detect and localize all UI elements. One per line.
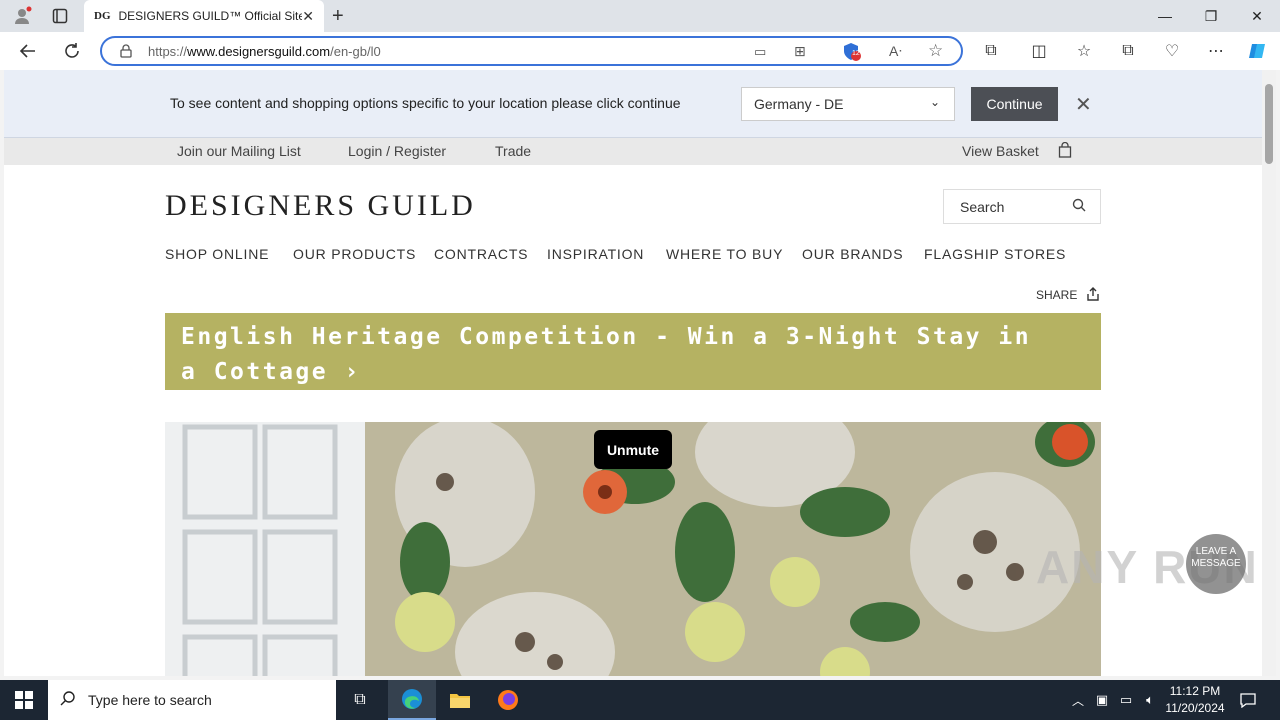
favorites-icon[interactable]: ☆ — [1072, 39, 1096, 63]
leave-message-line1: LEAVE A — [1195, 546, 1237, 557]
browser-essentials-icon[interactable]: ♡ — [1160, 39, 1184, 63]
tab-actions-icon[interactable] — [52, 8, 68, 24]
file-explorer-icon[interactable] — [436, 680, 484, 720]
volume-icon[interactable]: 🔈︎ — [1140, 680, 1160, 720]
nav-shop-online[interactable]: SHOP ONLINE — [165, 246, 269, 262]
tray-overflow-icon[interactable]: ︿ — [1068, 680, 1088, 720]
location-message: To see content and shopping options spec… — [170, 95, 681, 111]
tab-title: DESIGNERS GUILD™ Official Site — [118, 9, 303, 23]
taskbar-search-input[interactable]: Type here to search — [48, 680, 336, 720]
location-banner: To see content and shopping options spec… — [4, 70, 1262, 138]
more-menu-icon[interactable]: ⋯ — [1204, 39, 1228, 63]
promo-banner[interactable]: English Heritage Competition - Win a 3-N… — [165, 313, 1101, 390]
notifications-icon[interactable] — [1236, 680, 1260, 720]
clock-date: 11/20/2024 — [1165, 701, 1225, 715]
network-icon[interactable]: ▭ — [1116, 680, 1136, 720]
lock-icon[interactable] — [120, 44, 132, 61]
chevron-down-icon: ⌄ — [929, 95, 940, 109]
tab-favicon: DG — [94, 10, 111, 22]
split-screen-icon[interactable]: ◫ — [1027, 39, 1051, 63]
collections-icon[interactable]: ⧉ — [1116, 39, 1140, 63]
nav-contracts[interactable]: CONTRACTS — [434, 246, 528, 262]
extensions-icon[interactable]: ⧉ — [979, 39, 1003, 63]
page-scrollbar[interactable] — [1262, 70, 1276, 676]
mailing-list-link[interactable]: Join our Mailing List — [177, 143, 301, 159]
profile-icon[interactable] — [12, 6, 32, 26]
view-basket-link[interactable]: View Basket — [962, 143, 1039, 159]
nav-flagship-stores[interactable]: FLAGSHIP STORES — [924, 246, 1066, 262]
url-path: /en-gb/l0 — [330, 43, 381, 59]
refresh-icon[interactable] — [60, 39, 84, 63]
promo-banner-line2: a Cottage › — [181, 359, 361, 385]
new-tab-icon[interactable]: + — [332, 5, 344, 28]
search-icon — [60, 690, 76, 711]
tracker-prevention-icon[interactable]: 12 — [842, 42, 862, 62]
edge-taskbar-icon[interactable] — [388, 680, 436, 720]
close-banner-icon[interactable]: ✕ — [1075, 92, 1092, 117]
share-button[interactable]: SHARE — [1036, 287, 1099, 302]
taskbar-search-placeholder: Type here to search — [88, 692, 212, 708]
search-placeholder: Search — [960, 199, 1005, 215]
restore-icon[interactable]: ❐ — [1188, 0, 1234, 32]
search-input[interactable]: Search — [943, 189, 1101, 224]
taskbar-clock[interactable]: 11:12 PM 11/20/2024 — [1160, 683, 1230, 717]
login-register-link[interactable]: Login / Register — [348, 143, 446, 159]
firefox-icon[interactable] — [484, 680, 532, 720]
country-select[interactable]: Germany - DE ⌄ — [741, 87, 955, 121]
nav-our-products[interactable]: OUR PRODUCTS — [293, 246, 416, 262]
continue-button[interactable]: Continue — [971, 87, 1058, 121]
leave-message-line2: MESSAGE — [1191, 558, 1241, 569]
back-icon[interactable] — [16, 39, 40, 63]
tab-strip: DG DESIGNERS GUILD™ Official Site ✕ + — … — [0, 0, 1280, 32]
tracker-count: 12 — [852, 50, 860, 57]
trade-link[interactable]: Trade — [495, 143, 531, 159]
nav-inspiration[interactable]: INSPIRATION — [547, 246, 644, 262]
close-tab-icon[interactable]: ✕ — [302, 8, 314, 25]
leave-message-button[interactable]: LEAVE A MESSAGE — [1186, 534, 1246, 594]
utility-bar: Join our Mailing List Login / Register T… — [4, 138, 1262, 165]
search-icon[interactable] — [1072, 198, 1086, 215]
site-logo[interactable]: DESIGNERS GUILD — [165, 189, 476, 223]
share-label: SHARE — [1036, 288, 1078, 302]
task-view-icon[interactable]: ⧉ — [340, 680, 380, 720]
minimize-icon[interactable]: — — [1142, 0, 1188, 32]
scrollbar-thumb[interactable] — [1265, 84, 1273, 164]
windows-taskbar: Type here to search ⧉ ︿ ▣ ▭ 🔈︎ 11:12 PM … — [0, 680, 1280, 720]
url-prefix: https:// — [148, 43, 188, 59]
copilot-icon[interactable] — [1246, 39, 1270, 63]
meet-icon[interactable]: ▣ — [1092, 680, 1112, 720]
tab-designers-guild[interactable]: DG DESIGNERS GUILD™ Official Site ✕ — [84, 0, 324, 32]
promo-banner-line1: English Heritage Competition - Win a 3-N… — [181, 324, 1032, 350]
country-select-value: Germany - DE — [754, 96, 844, 112]
apps-icon[interactable]: ⊞ — [794, 43, 806, 60]
favorite-star-icon[interactable]: ☆ — [928, 41, 943, 61]
nav-our-brands[interactable]: OUR BRANDS — [802, 246, 903, 262]
clock-time: 11:12 PM — [1169, 684, 1221, 698]
start-icon[interactable] — [0, 680, 48, 720]
hero-video[interactable]: Unmute — [165, 422, 1101, 676]
share-icon — [1086, 287, 1099, 302]
url-host: www.designersguild.com — [187, 43, 331, 59]
read-aloud-icon[interactable]: Aᐧ — [889, 43, 902, 60]
app-available-icon[interactable]: ▭ — [754, 44, 766, 60]
unmute-button[interactable]: Unmute — [594, 430, 672, 469]
basket-icon[interactable] — [1058, 141, 1072, 161]
nav-where-to-buy[interactable]: WHERE TO BUY — [666, 246, 783, 262]
browser-toolbar: https://www.designersguild.com/en-gb/l0 … — [0, 32, 1280, 70]
close-window-icon[interactable]: ✕ — [1234, 0, 1280, 32]
address-bar[interactable]: https://www.designersguild.com/en-gb/l0 … — [100, 36, 963, 66]
